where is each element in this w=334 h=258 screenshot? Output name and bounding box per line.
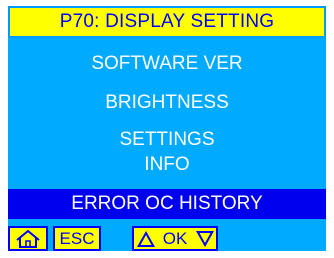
up-button[interactable] (132, 226, 157, 251)
esc-button[interactable]: ESC (53, 226, 101, 251)
menu-item-brightness[interactable]: BRIGHTNESS (8, 91, 326, 115)
display-screen: P70: DISPLAY SETTING SOFTWARE VER BRIGHT… (8, 6, 326, 251)
down-triangle-icon (195, 230, 215, 248)
up-triangle-icon (136, 230, 156, 248)
down-button[interactable] (193, 226, 218, 251)
menu-item-software-ver[interactable]: SOFTWARE VER (8, 52, 326, 76)
home-button[interactable] (8, 226, 48, 251)
home-icon (15, 229, 41, 249)
menu-item-info[interactable]: INFO (8, 153, 326, 177)
menu-item-error-oc-history[interactable]: ERROR OC HISTORY (8, 189, 326, 219)
ok-button[interactable]: OK (157, 226, 193, 251)
page-title: P70: DISPLAY SETTING (8, 6, 326, 38)
menu-item-settings[interactable]: SETTINGS (8, 128, 326, 152)
menu-list: SOFTWARE VER BRIGHTNESS SETTINGS INFO ER… (8, 38, 326, 226)
softkey-bar: ESC OK (8, 226, 326, 251)
